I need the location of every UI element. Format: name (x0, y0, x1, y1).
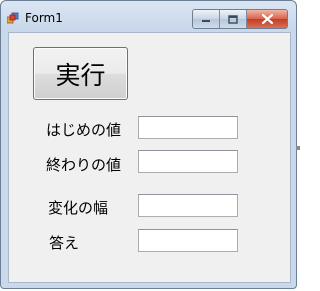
form-client-area: 実行 はじめの値 終わりの値 変化の幅 答え (8, 32, 291, 283)
minimize-icon (202, 20, 210, 22)
resize-edge-marker (296, 146, 300, 150)
step-value-label: 変化の幅 (48, 199, 109, 217)
caption-buttons (192, 9, 288, 29)
maximize-button[interactable] (220, 10, 247, 28)
end-value-input[interactable] (138, 150, 238, 173)
window-title: Form1 (25, 11, 63, 25)
minimize-button[interactable] (193, 10, 220, 28)
title-bar[interactable]: Form1 (1, 1, 296, 31)
start-value-input[interactable] (138, 116, 238, 139)
answer-input[interactable] (138, 229, 238, 252)
close-button[interactable] (247, 10, 287, 28)
step-value-input[interactable] (138, 194, 238, 217)
end-value-label: 終わりの値 (46, 156, 122, 174)
form1-window: Form1 実行 はじめの値 終わりの値 変化の幅 答え (0, 0, 297, 289)
run-button[interactable]: 実行 (33, 47, 128, 100)
form-app-icon (7, 12, 19, 24)
maximize-icon (228, 14, 238, 24)
close-icon (261, 14, 273, 24)
start-value-label: はじめの値 (46, 121, 122, 139)
answer-label: 答え (49, 234, 80, 252)
